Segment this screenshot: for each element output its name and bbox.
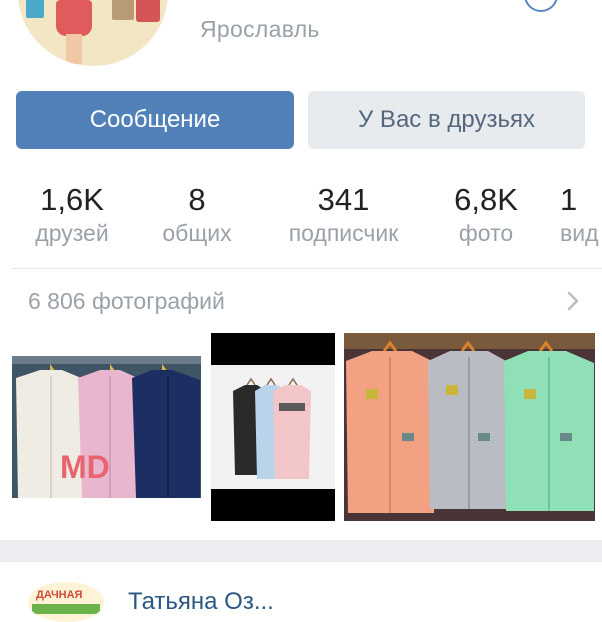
avatar-bag-blue — [26, 0, 44, 18]
photo-image — [211, 333, 335, 521]
counter-value: 1 — [560, 182, 578, 217]
svg-text:MD: MD — [60, 449, 110, 485]
message-button[interactable]: Сообщение — [16, 91, 294, 149]
post-author-name[interactable]: Татьяна Оз... — [128, 588, 274, 616]
friends-status-button[interactable]: У Вас в друзьях — [308, 91, 585, 149]
avatar[interactable] — [18, 0, 168, 66]
photos-section-title[interactable]: 6 806 фотографий — [28, 288, 225, 315]
section-gap — [0, 540, 602, 562]
counter-label: вид — [560, 220, 599, 246]
profile-action-button[interactable] — [524, 0, 558, 12]
counter-value: 1,6K — [40, 182, 104, 217]
counter-mutual[interactable]: 8 общих — [152, 182, 242, 248]
avatar-bag-tan — [112, 0, 134, 20]
svg-text:ДАЧНАЯ: ДАЧНАЯ — [36, 589, 83, 601]
counter-photos[interactable]: 6,8K фото — [440, 182, 532, 248]
counter-videos[interactable]: 1 вид — [560, 182, 602, 248]
photo-image — [344, 333, 595, 521]
chevron-right-icon[interactable] — [566, 290, 580, 312]
counter-label: фото — [458, 220, 514, 246]
avatar-bag-red — [136, 0, 160, 22]
counter-value: 6,8K — [454, 182, 518, 217]
counter-value: 341 — [317, 182, 370, 217]
photo-thumbnail[interactable] — [211, 333, 335, 521]
photo-thumbnail[interactable]: MD — [12, 356, 201, 498]
photo-image: MD — [12, 356, 201, 498]
profile-city: Ярославль — [200, 16, 320, 42]
section-divider — [12, 268, 602, 269]
avatar-legs — [66, 34, 82, 64]
post-author-avatar[interactable]: ДАЧНАЯ — [28, 582, 104, 622]
counter-friends[interactable]: 1,6K друзей — [27, 182, 117, 248]
counter-followers[interactable]: 341 подписчик — [271, 182, 416, 248]
counter-label: друзей — [35, 220, 109, 246]
counter-label: подписчик — [288, 220, 399, 246]
avatar-dress — [56, 0, 92, 36]
counter-label: общих — [162, 220, 232, 246]
photo-thumbnail[interactable] — [344, 333, 595, 521]
counter-value: 8 — [188, 182, 206, 217]
